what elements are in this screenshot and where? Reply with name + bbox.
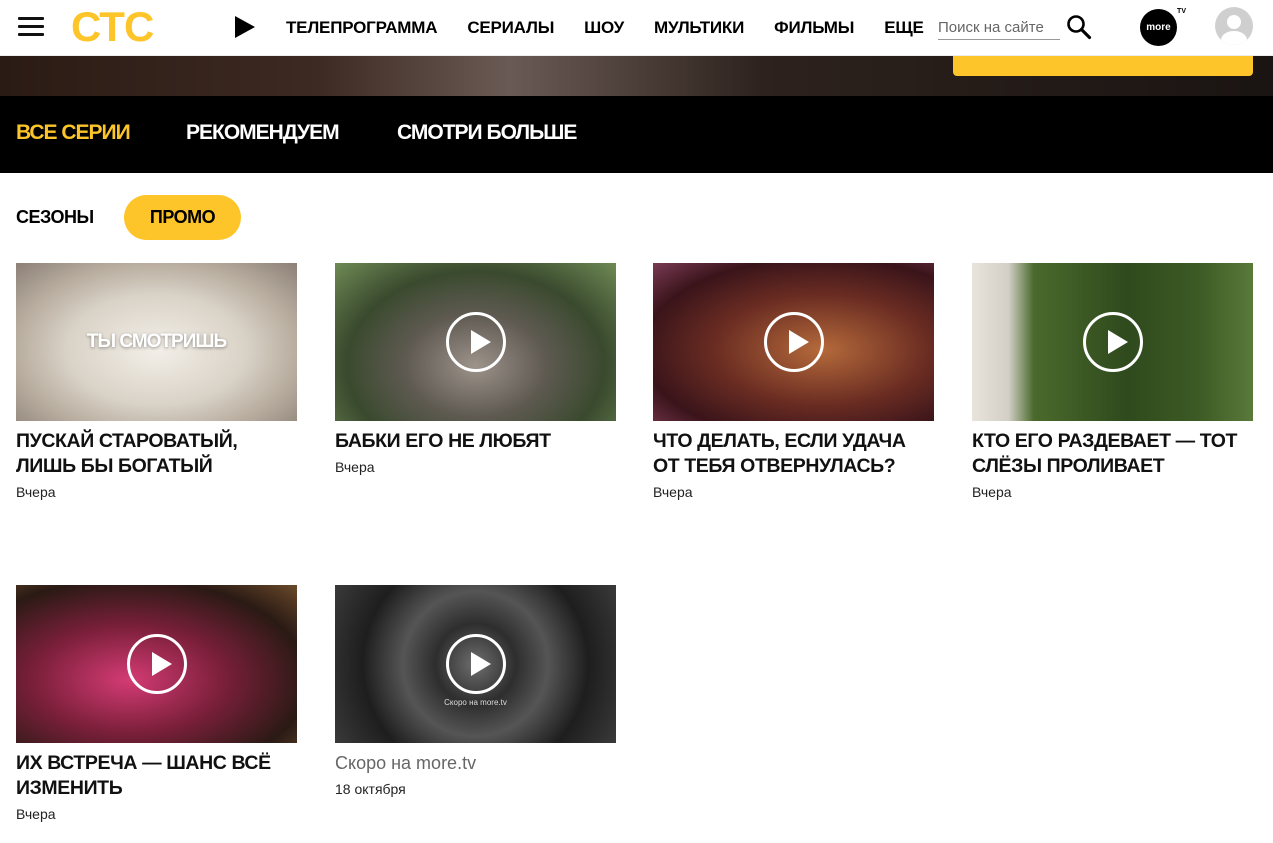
video-card[interactable]: КТО ЕГО РАЗДЕВАЕТ — ТОТ СЛЁЗЫ ПРОЛИВАЕТ …	[972, 263, 1253, 500]
tab-watch-more[interactable]: СМОТРИ БОЛЬШЕ	[397, 121, 577, 145]
video-date: 18 октября	[335, 781, 406, 797]
episodes-tab-bar: ВСЕ СЕРИИ РЕКОМЕНДУЕМ СМОТРИ БОЛЬШЕ	[0, 96, 1273, 173]
play-icon[interactable]	[763, 312, 824, 372]
video-thumbnail[interactable]	[653, 263, 934, 421]
video-date: Вчера	[653, 484, 693, 500]
hero-banner	[0, 56, 1273, 96]
tab-recommended[interactable]: РЕКОМЕНДУЕМ	[186, 121, 340, 145]
video-title[interactable]: Скоро на more.tv	[335, 751, 616, 776]
filter-promo[interactable]: ПРОМО	[124, 195, 241, 240]
video-thumbnail[interactable]: Скоро на more.tv	[335, 585, 616, 743]
nav-item-cartoons[interactable]: МУЛЬТИКИ	[654, 18, 744, 38]
menu-icon[interactable]	[18, 17, 44, 37]
play-icon[interactable]	[1082, 312, 1143, 372]
video-thumbnail[interactable]	[335, 263, 616, 421]
video-date: Вчера	[16, 806, 56, 822]
more-tv-logo[interactable]: more TV	[1140, 8, 1186, 46]
video-title[interactable]: БАБКИ ЕГО НЕ ЛЮБЯТ	[335, 429, 616, 454]
video-title[interactable]: ИХ ВСТРЕЧА — ШАНС ВСЁ ИЗМЕНИТЬ	[16, 751, 297, 801]
search-icon[interactable]	[1066, 14, 1092, 40]
user-avatar-icon[interactable]	[1215, 7, 1253, 45]
nav-item-shows[interactable]: ШОУ	[584, 18, 624, 38]
site-header: СТС ТЕЛЕПРОГРАММА СЕРИАЛЫ ШОУ МУЛЬТИКИ Ф…	[0, 0, 1273, 56]
hero-watch-button[interactable]	[953, 56, 1253, 76]
video-title[interactable]: ПУСКАЙ СТАРОВАТЫЙ, ЛИШЬ БЫ БОГАТЫЙ	[16, 429, 297, 479]
video-date: Вчера	[335, 459, 375, 475]
video-thumbnail[interactable]: ТЫ СМОТРИШЬ	[16, 263, 297, 421]
more-tv-logo-sup: TV	[1177, 8, 1186, 15]
video-card[interactable]: ЧТО ДЕЛАТЬ, ЕСЛИ УДАЧА ОТ ТЕБЯ ОТВЕРНУЛА…	[653, 263, 934, 500]
video-thumbnail[interactable]	[972, 263, 1253, 421]
thumbnail-caption: Скоро на more.tv	[444, 698, 507, 707]
site-logo[interactable]: СТС	[71, 4, 154, 50]
video-card[interactable]: Скоро на more.tv Скоро на more.tv 18 окт…	[335, 585, 616, 797]
tab-all-episodes[interactable]: ВСЕ СЕРИИ	[16, 121, 131, 145]
video-date: Вчера	[16, 484, 56, 500]
nav-item-more[interactable]: ЕЩЕ	[884, 18, 924, 38]
video-card[interactable]: ТЫ СМОТРИШЬ ПУСКАЙ СТАРОВАТЫЙ, ЛИШЬ БЫ Б…	[16, 263, 297, 500]
video-title[interactable]: ЧТО ДЕЛАТЬ, ЕСЛИ УДАЧА ОТ ТЕБЯ ОТВЕРНУЛА…	[653, 429, 934, 479]
search-input[interactable]	[938, 16, 1060, 40]
nav-item-movies[interactable]: ФИЛЬМЫ	[774, 18, 854, 38]
live-play-icon[interactable]	[234, 15, 256, 39]
filter-seasons[interactable]: СЕЗОНЫ	[16, 207, 94, 228]
nav-item-tv-guide[interactable]: ТЕЛЕПРОГРАММА	[286, 18, 438, 38]
play-icon[interactable]	[445, 312, 506, 372]
now-watching-label: ТЫ СМОТРИШЬ	[86, 331, 227, 352]
nav-item-series[interactable]: СЕРИАЛЫ	[467, 18, 554, 38]
video-card[interactable]: БАБКИ ЕГО НЕ ЛЮБЯТ Вчера	[335, 263, 616, 475]
video-title[interactable]: КТО ЕГО РАЗДЕВАЕТ — ТОТ СЛЁЗЫ ПРОЛИВАЕТ	[972, 429, 1253, 479]
video-card[interactable]: ИХ ВСТРЕЧА — ШАНС ВСЁ ИЗМЕНИТЬ Вчера	[16, 585, 297, 822]
main-nav: ТЕЛЕПРОГРАММА СЕРИАЛЫ ШОУ МУЛЬТИКИ ФИЛЬМ…	[286, 18, 954, 38]
play-icon[interactable]	[126, 634, 187, 694]
more-tv-logo-text: more	[1146, 22, 1171, 33]
play-icon[interactable]	[445, 634, 506, 694]
video-thumbnail[interactable]	[16, 585, 297, 743]
video-date: Вчера	[972, 484, 1012, 500]
